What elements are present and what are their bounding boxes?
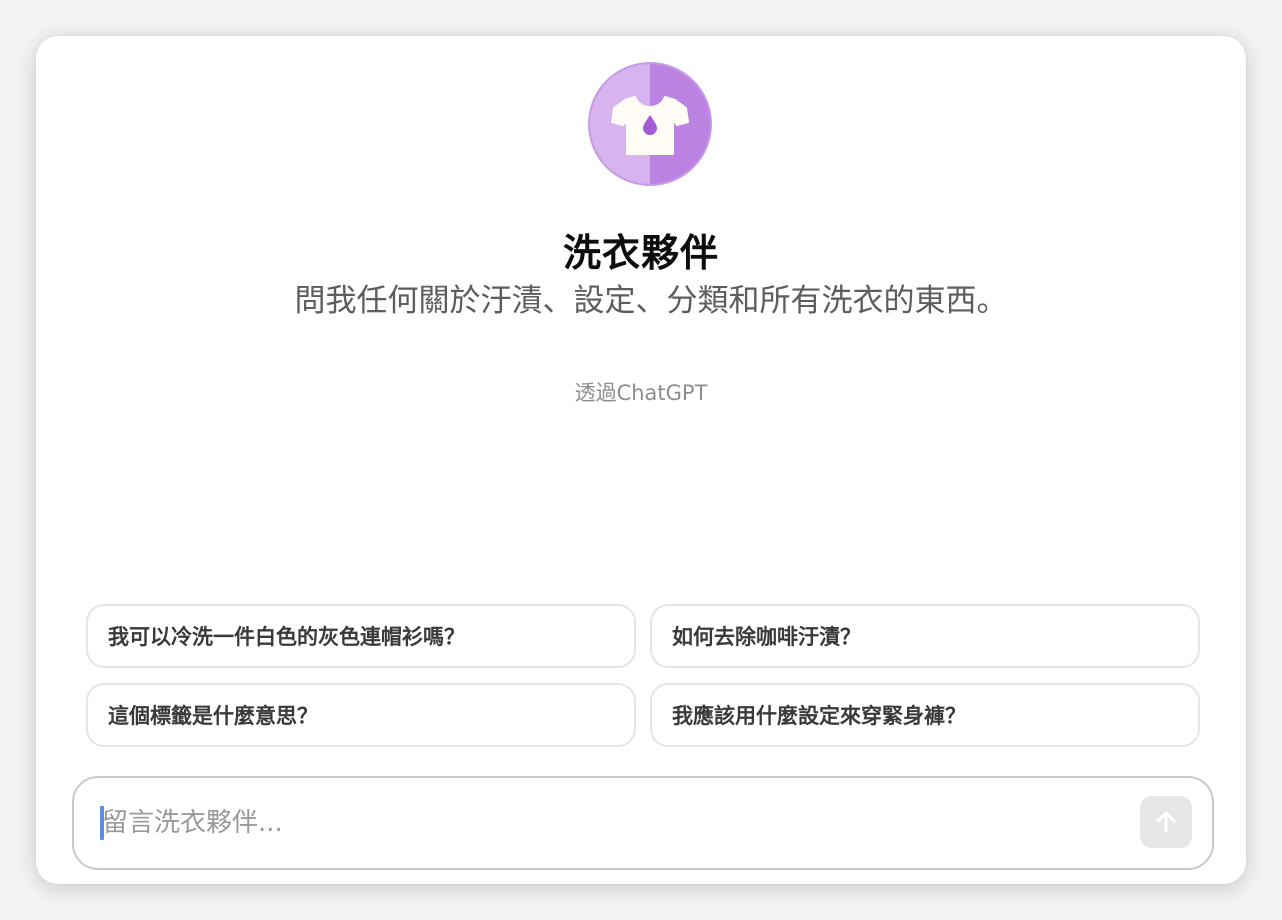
send-button[interactable] — [1140, 796, 1192, 848]
suggestion-label: 這個標籤是什麼意思？ — [108, 704, 318, 728]
tshirt-droplet-icon — [611, 96, 689, 155]
suggestion-card[interactable]: 我可以冷洗一件白色的灰色連帽衫嗎？ — [86, 604, 636, 668]
gpt-chat-window: 洗衣夥伴 問我任何關於汙漬、設定、分類和所有洗衣的東西。 透過ChatGPT 我… — [36, 36, 1246, 884]
gpt-name: 洗衣夥伴 — [562, 231, 719, 275]
suggestion-label: 我可以冷洗一件白色的灰色連帽衫嗎？ — [108, 625, 465, 649]
gpt-description: 問我任何關於汙漬、設定、分類和所有洗衣的東西。 — [294, 283, 1008, 319]
message-composer — [72, 776, 1214, 870]
suggestion-card[interactable]: 這個標籤是什麼意思？ — [86, 683, 636, 747]
arrow-up-icon — [1156, 811, 1176, 833]
suggestion-label: 我應該用什麼設定來穿緊身褲？ — [672, 704, 966, 728]
message-input[interactable] — [102, 796, 1102, 850]
suggestion-card[interactable]: 我應該用什麼設定來穿緊身褲？ — [650, 683, 1200, 747]
gpt-attribution: 透過ChatGPT — [574, 381, 708, 405]
suggestion-card[interactable]: 如何去除咖啡汙漬？ — [650, 604, 1200, 668]
suggestion-label: 如何去除咖啡汙漬？ — [672, 625, 861, 649]
gpt-avatar — [588, 62, 712, 186]
